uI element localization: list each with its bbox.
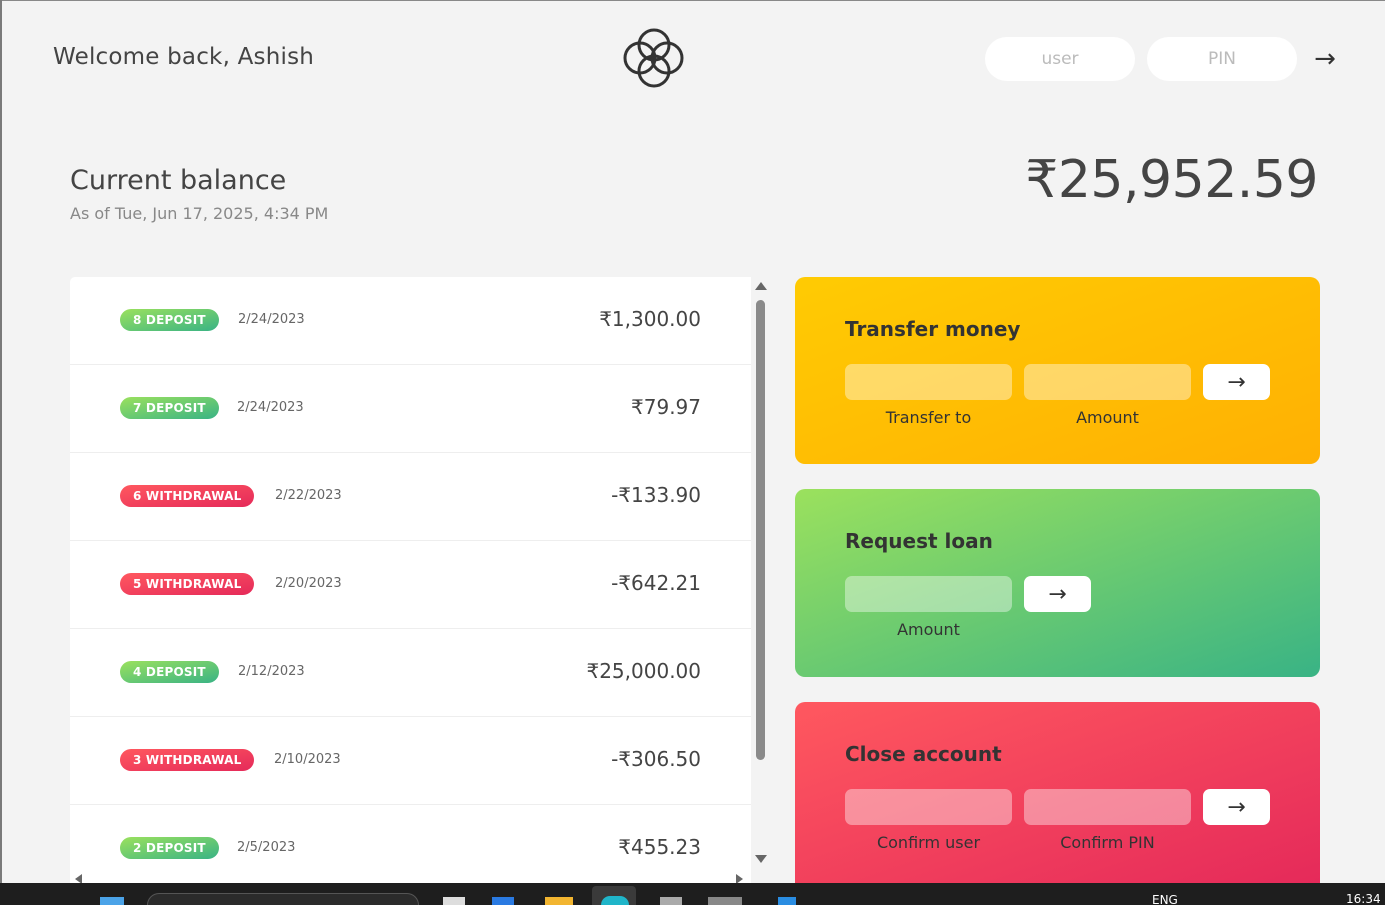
confirm-pin-label: Confirm PIN	[1060, 833, 1155, 852]
login-user-input[interactable]: user	[985, 37, 1135, 81]
balance-label: Current balance	[70, 165, 287, 196]
movement-value: ₹79.97	[631, 395, 701, 419]
language-indicator[interactable]: ENG	[1152, 893, 1178, 905]
scroll-left-arrow-icon[interactable]	[75, 874, 82, 883]
windows-start-icon[interactable]	[100, 897, 124, 905]
movement-type-badge: 3 WITHDRAWAL	[120, 749, 255, 771]
confirm-pin-input[interactable]	[1024, 789, 1191, 825]
taskbar-search-box[interactable]	[147, 893, 419, 905]
movement-value: -₹642.21	[611, 571, 701, 595]
taskview-icon[interactable]	[443, 897, 465, 905]
movement-date: 2/20/2023	[275, 576, 342, 591]
os-taskbar: ENG 16:34	[0, 883, 1385, 905]
movement-type-badge: 4 DEPOSIT	[120, 661, 219, 683]
movement-type-badge: 7 DEPOSIT	[120, 397, 219, 419]
loan-amount-input[interactable]	[845, 576, 1012, 612]
transfer-amount-label: Amount	[1076, 408, 1139, 427]
scroll-right-arrow-icon[interactable]	[736, 874, 743, 883]
close-account-panel: Close account → Confirm user Confirm PIN	[795, 702, 1320, 883]
login-button[interactable]: →	[1308, 42, 1342, 76]
taskbar-clock[interactable]: 16:34	[1346, 892, 1381, 905]
welcome-message: Welcome back, Ashish	[53, 44, 315, 70]
transfer-to-input[interactable]	[845, 364, 1012, 400]
scrollbar-thumb[interactable]	[756, 300, 765, 760]
movement-row: 2 DEPOSIT 2/5/2023 ₹455.23	[70, 805, 751, 883]
bankist-logo-icon	[623, 28, 684, 88]
close-submit-button[interactable]: →	[1203, 789, 1270, 825]
movement-value: ₹25,000.00	[586, 659, 701, 683]
window-left-border	[0, 0, 2, 883]
vscode-icon[interactable]	[778, 897, 796, 905]
movement-row: 7 DEPOSIT 2/24/2023 ₹79.97	[70, 365, 751, 453]
movement-date: 2/10/2023	[274, 752, 341, 767]
browser-icon[interactable]	[601, 896, 629, 905]
movement-type-badge: 5 WITHDRAWAL	[120, 573, 255, 595]
movement-date: 2/22/2023	[275, 488, 342, 503]
file-explorer-icon[interactable]	[545, 897, 573, 905]
loan-submit-button[interactable]: →	[1024, 576, 1091, 612]
loan-panel: Request loan → Amount	[795, 489, 1320, 677]
movement-type-badge: 2 DEPOSIT	[120, 837, 219, 859]
top-nav: Welcome back, Ashish user PIN →	[0, 0, 1385, 120]
transfer-submit-button[interactable]: →	[1203, 364, 1270, 400]
loan-amount-label: Amount	[897, 620, 960, 639]
movement-type-badge: 6 WITHDRAWAL	[120, 485, 255, 507]
close-title: Close account	[845, 742, 1002, 766]
loan-title: Request loan	[845, 529, 993, 553]
movement-row: 3 WITHDRAWAL 2/10/2023 -₹306.50	[70, 717, 751, 805]
movement-date: 2/5/2023	[237, 840, 296, 855]
confirm-user-label: Confirm user	[876, 833, 981, 852]
transfer-title: Transfer money	[845, 317, 1021, 341]
vertical-scrollbar[interactable]	[751, 277, 770, 883]
confirm-user-input[interactable]	[845, 789, 1012, 825]
transfer-amount-input[interactable]	[1024, 364, 1191, 400]
scroll-up-arrow-icon[interactable]	[755, 282, 767, 290]
movement-row: 4 DEPOSIT 2/12/2023 ₹25,000.00	[70, 629, 751, 717]
scroll-down-arrow-icon[interactable]	[755, 855, 767, 863]
movements-list[interactable]: 8 DEPOSIT 2/24/2023 ₹1,300.00 7 DEPOSIT …	[70, 277, 770, 883]
app-icon[interactable]	[708, 897, 742, 905]
transfer-to-label: Transfer to	[885, 408, 972, 427]
balance-date: As of Tue, Jun 17, 2025, 4:34 PM	[70, 204, 329, 223]
movement-value: -₹133.90	[611, 483, 701, 507]
login-pin-input[interactable]: PIN	[1147, 37, 1297, 81]
movement-row: 5 WITHDRAWAL 2/20/2023 -₹642.21	[70, 541, 751, 629]
app-icon[interactable]	[660, 897, 682, 905]
movement-type-badge: 8 DEPOSIT	[120, 309, 219, 331]
balance-value: ₹25,952.59	[1025, 150, 1318, 210]
app-icon[interactable]	[492, 897, 514, 905]
movement-row: 6 WITHDRAWAL 2/22/2023 -₹133.90	[70, 453, 751, 541]
movement-value: ₹1,300.00	[599, 307, 701, 331]
movement-value: ₹455.23	[618, 835, 701, 859]
movement-date: 2/24/2023	[237, 400, 304, 415]
movement-value: -₹306.50	[611, 747, 701, 771]
movement-date: 2/12/2023	[238, 664, 305, 679]
movement-date: 2/24/2023	[238, 312, 305, 327]
movement-row: 8 DEPOSIT 2/24/2023 ₹1,300.00	[70, 277, 751, 365]
transfer-panel: Transfer money → Transfer to Amount	[795, 277, 1320, 464]
